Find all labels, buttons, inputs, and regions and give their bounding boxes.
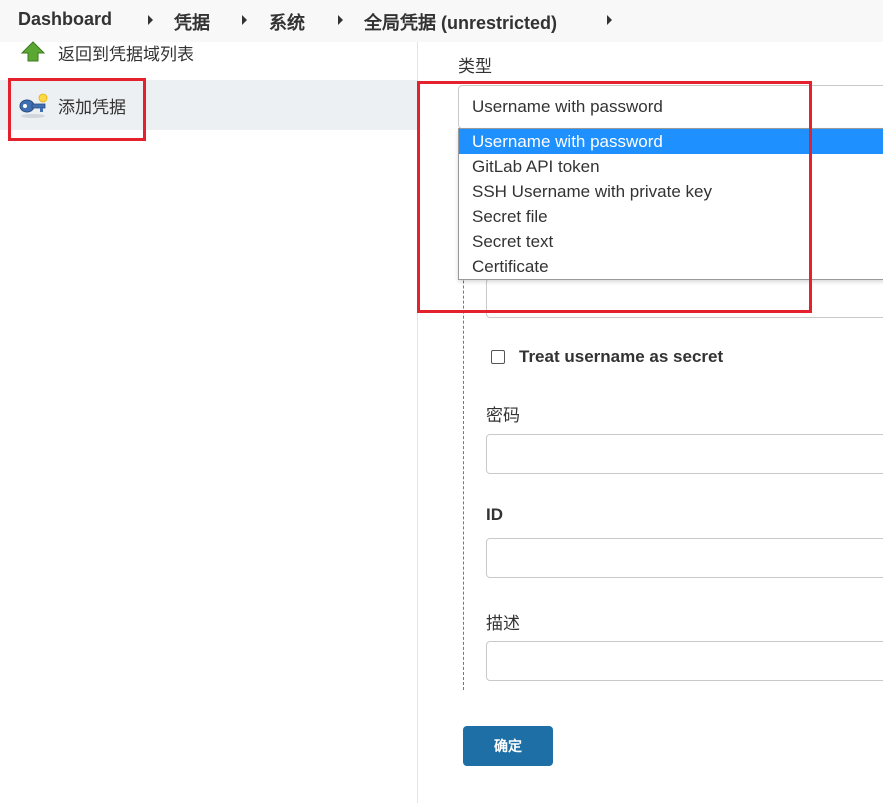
chevron-right-icon[interactable] — [338, 15, 343, 25]
kind-select-value: Username with password — [472, 97, 663, 116]
chevron-right-icon[interactable] — [242, 15, 247, 25]
id-input[interactable] — [486, 538, 883, 578]
sidebar-item-label: 添加凭据 — [58, 98, 126, 118]
description-input[interactable] — [486, 641, 883, 681]
description-label: 描述 — [486, 614, 520, 634]
password-input[interactable] — [486, 434, 883, 474]
up-arrow-icon — [18, 37, 48, 67]
key-icon — [18, 90, 48, 120]
password-hidden-field[interactable] — [486, 278, 883, 318]
kind-option-ssh-private-key[interactable]: SSH Username with private key — [459, 179, 883, 204]
kind-option-username-password[interactable]: Username with password — [459, 129, 883, 154]
kind-option-secret-file[interactable]: Secret file — [459, 204, 883, 229]
kind-option-secret-text[interactable]: Secret text — [459, 229, 883, 254]
treat-username-label: Treat username as secret — [519, 347, 724, 366]
kind-dropdown: Username with password GitLab API token … — [458, 128, 883, 280]
password-label: 密码 — [486, 406, 520, 426]
sidebar-item-label: 返回到凭据域列表 — [58, 45, 194, 65]
kind-option-certificate[interactable]: Certificate — [459, 254, 883, 279]
chevron-right-icon[interactable] — [148, 15, 153, 25]
id-label: ID — [486, 505, 503, 524]
kind-label: 类型 — [458, 57, 492, 77]
chevron-right-icon[interactable] — [607, 15, 612, 25]
kind-option-gitlab-api-token[interactable]: GitLab API token — [459, 154, 883, 179]
submit-button[interactable]: 确定 — [463, 726, 553, 766]
sidebar: 返回到凭据域列表 添加凭据 — [0, 41, 418, 803]
kind-select[interactable]: Username with password — [458, 85, 883, 129]
sidebar-item-back-to-domains[interactable]: 返回到凭据域列表 — [0, 27, 417, 77]
sidebar-item-add-credentials[interactable]: 添加凭据 — [0, 80, 417, 130]
treat-username-checkbox[interactable] — [491, 350, 505, 364]
